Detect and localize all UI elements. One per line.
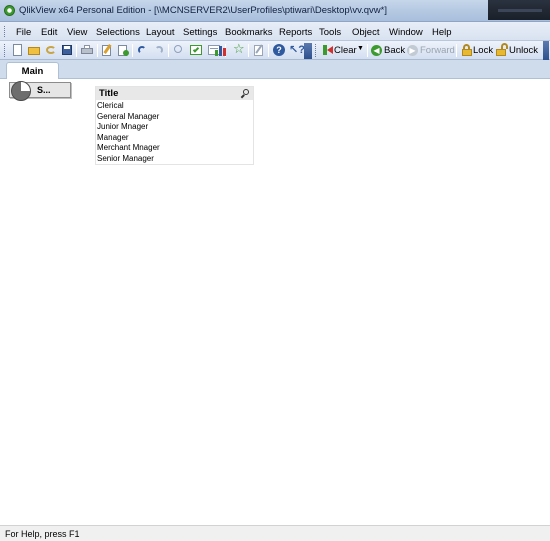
menu-selections[interactable]: Selections	[96, 27, 140, 38]
menu-bookmarks[interactable]: Bookmarks	[225, 27, 273, 38]
menu-object[interactable]: Object	[352, 27, 379, 38]
edit-script-icon[interactable]	[100, 43, 114, 57]
menu-help[interactable]: Help	[432, 27, 452, 38]
chart-icon[interactable]	[214, 43, 228, 57]
open-folder-icon[interactable]	[27, 43, 41, 57]
menu-tools[interactable]: Tools	[319, 27, 341, 38]
listbox-caption[interactable]: Title	[96, 87, 253, 100]
edit-module-icon[interactable]	[252, 43, 266, 57]
new-document-icon[interactable]	[10, 43, 24, 57]
redo-icon[interactable]	[152, 43, 166, 57]
listbox-value[interactable]: Manager	[97, 133, 253, 144]
toolbar-overflow-chevron-icon[interactable]	[304, 43, 312, 59]
clear-button[interactable]: Clear	[334, 45, 357, 56]
toolbar: ☆ ? ↖? Clear ▼ ◀ Back ▶ Forward Lock Unl…	[0, 41, 550, 60]
toolbar2-grip-handle[interactable]	[315, 44, 318, 57]
tab-main[interactable]: Main	[6, 62, 59, 80]
menu-edit[interactable]: Edit	[41, 27, 57, 38]
clear-icon[interactable]	[321, 43, 335, 57]
menu-settings[interactable]: Settings	[183, 27, 217, 38]
listbox-value[interactable]: Merchant Mnager	[97, 143, 253, 154]
listbox-title: Title	[99, 88, 119, 99]
forward-button[interactable]: Forward	[420, 45, 455, 56]
title-listbox[interactable]: Title Clerical General Manager Junior Mn…	[95, 86, 254, 165]
minimized-chart-object[interactable]: S...	[9, 81, 71, 101]
listbox-value[interactable]: Clerical	[97, 101, 253, 112]
menu-reports[interactable]: Reports	[279, 27, 312, 38]
clear-dropdown-chevron-icon[interactable]: ▼	[357, 45, 364, 52]
minimized-object-label: S...	[37, 85, 51, 95]
status-bar: For Help, press F1	[0, 525, 550, 541]
qlikview-app-icon[interactable]	[4, 5, 15, 16]
reload-icon[interactable]	[44, 43, 58, 57]
menubar-grip-handle[interactable]	[4, 26, 7, 37]
menu-bar: File Edit View Selections Layout Setting…	[0, 22, 550, 41]
title-bar: QlikView x64 Personal Edition - [\\MCNSE…	[0, 0, 550, 22]
back-arrow-icon[interactable]: ◀	[370, 43, 384, 57]
lock-button[interactable]: Lock	[473, 45, 493, 56]
unlock-icon[interactable]	[495, 43, 509, 57]
window-title: QlikView x64 Personal Edition - [\\MCNSE…	[19, 5, 387, 16]
menu-window[interactable]: Window	[389, 27, 423, 38]
search-icon[interactable]	[240, 89, 249, 99]
window-controls[interactable]	[488, 0, 550, 20]
listbox-value[interactable]: Senior Manager	[97, 154, 253, 165]
context-help-icon[interactable]: ↖?	[288, 43, 305, 57]
listbox-values: Clerical General Manager Junior Mnager M…	[97, 101, 253, 165]
menu-layout[interactable]: Layout	[146, 27, 175, 38]
help-icon[interactable]: ?	[272, 43, 286, 57]
forward-arrow-icon[interactable]: ▶	[406, 43, 420, 57]
print-icon[interactable]	[80, 43, 94, 57]
listbox-value[interactable]: General Manager	[97, 112, 253, 123]
lock-icon[interactable]	[460, 43, 474, 57]
save-icon[interactable]	[60, 43, 74, 57]
back-button[interactable]: Back	[384, 45, 405, 56]
pie-chart-icon	[11, 81, 31, 101]
current-selections-icon[interactable]	[189, 43, 203, 57]
listbox-value[interactable]: Junior Mnager	[97, 122, 253, 133]
sheet-canvas[interactable]	[0, 79, 550, 525]
status-text: For Help, press F1	[5, 529, 80, 539]
search-icon[interactable]	[172, 43, 186, 57]
bookmark-star-icon[interactable]: ☆	[232, 42, 246, 57]
reload-data-icon[interactable]	[116, 43, 130, 57]
unlock-button[interactable]: Unlock	[509, 45, 538, 56]
undo-icon[interactable]	[135, 43, 149, 57]
sheet-tab-row: Main	[0, 60, 550, 80]
toolbar-grip-handle[interactable]	[4, 44, 7, 57]
toolbar2-overflow-chevron-icon[interactable]	[543, 41, 549, 60]
menu-file[interactable]: File	[16, 27, 31, 38]
menu-view[interactable]: View	[67, 27, 87, 38]
